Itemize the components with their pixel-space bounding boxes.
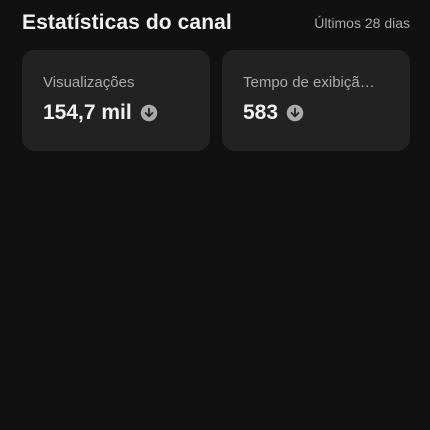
watch-time-value: 583 — [243, 101, 279, 124]
watch-time-card[interactable]: Tempo de exibiçã… 583 — [222, 50, 410, 151]
views-label: Visualizações — [43, 74, 135, 91]
views-card[interactable]: Visualizações 154,7 mil — [22, 50, 210, 151]
watch-time-label: Tempo de exibiçã… — [243, 74, 375, 91]
watch-time-value-row: 583 — [243, 101, 390, 125]
period-label[interactable]: Últimos 28 dias — [314, 15, 410, 31]
page-title: Estatísticas do canal — [22, 11, 232, 34]
arrow-down-circle-icon — [286, 104, 304, 122]
arrow-down-circle-icon — [140, 104, 157, 122]
stats-cards: Visualizações 154,7 mil Tempo de exibiçã… — [22, 50, 410, 151]
views-value: 154,7 mil — [43, 101, 132, 124]
channel-stats-screen: Estatísticas do canal Últimos 28 dias Vi… — [0, 0, 430, 430]
stats-header: Estatísticas do canal Últimos 28 dias — [22, 7, 410, 39]
views-value-row: 154,7 mil — [43, 101, 190, 125]
